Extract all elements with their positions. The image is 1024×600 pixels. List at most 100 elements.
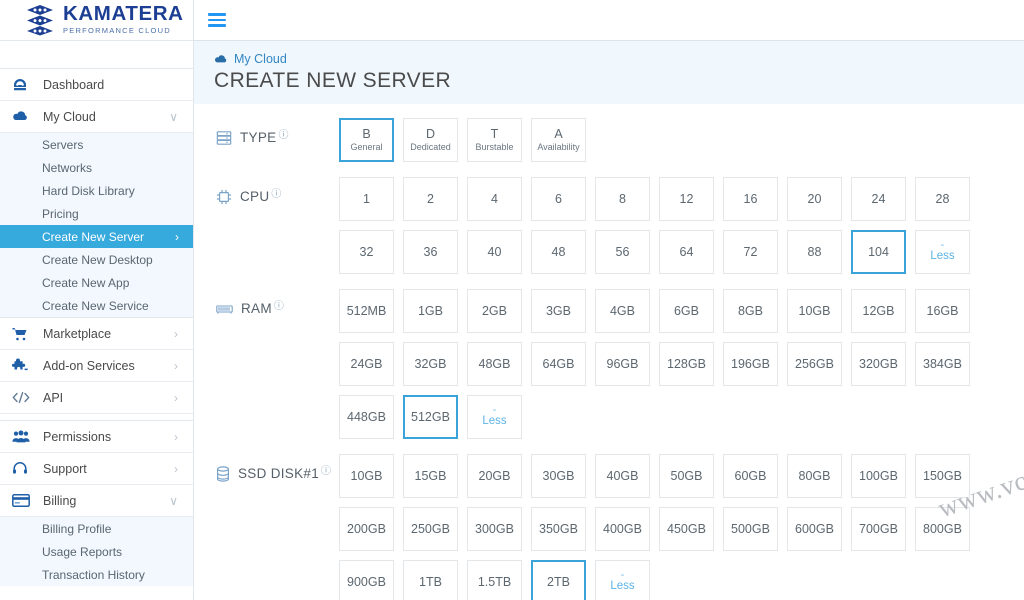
sidebar-item-create-new-desktop[interactable]: Create New Desktop [0, 248, 193, 271]
cpu-option-20[interactable]: 20 [787, 177, 842, 221]
ram-option-10gb[interactable]: 10GB [787, 289, 842, 333]
type-option-burstable[interactable]: T Burstable [467, 118, 522, 162]
ssd-option-700gb[interactable]: 700GB [851, 507, 906, 551]
ssd-option-150gb[interactable]: 150GB [915, 454, 970, 498]
cpu-option-48[interactable]: 48 [531, 230, 586, 274]
cpu-option-40[interactable]: 40 [467, 230, 522, 274]
cpu-option-8[interactable]: 8 [595, 177, 650, 221]
ram-option-12gb[interactable]: 12GB [851, 289, 906, 333]
ram-option-384gb[interactable]: 384GB [915, 342, 970, 386]
ram-option-48gb[interactable]: 48GB [467, 342, 522, 386]
hamburger-menu-icon[interactable] [208, 13, 226, 27]
sidebar-item-create-new-app[interactable]: Create New App [0, 271, 193, 294]
ram-option-320gb[interactable]: 320GB [851, 342, 906, 386]
chevron-right-icon[interactable]: › [174, 462, 181, 476]
cpu-option-6[interactable]: 6 [531, 177, 586, 221]
ram-option-2gb[interactable]: 2GB [467, 289, 522, 333]
ram-option-1gb[interactable]: 1GB [403, 289, 458, 333]
cpu-option-104[interactable]: 104 [851, 230, 906, 274]
ram-option-448gb[interactable]: 448GB [339, 395, 394, 439]
ssd-less-button[interactable]: - Less [595, 560, 650, 600]
ssd-option-60gb[interactable]: 60GB [723, 454, 778, 498]
cpu-less-button[interactable]: - Less [915, 230, 970, 274]
cpu-option-24[interactable]: 24 [851, 177, 906, 221]
sidebar-item-permissions[interactable]: Permissions › [0, 421, 193, 453]
ssd-option-20gb[interactable]: 20GB [467, 454, 522, 498]
ssd-option-1tb[interactable]: 1TB [403, 560, 458, 600]
sidebar-item-create-new-server[interactable]: Create New Server › [0, 225, 193, 248]
sidebar-item-my-cloud[interactable]: My Cloud ∨ [0, 101, 193, 133]
ram-option-3gb[interactable]: 3GB [531, 289, 586, 333]
type-option-availability[interactable]: A Availability [531, 118, 586, 162]
ssd-option-300gb[interactable]: 300GB [467, 507, 522, 551]
cpu-option-56[interactable]: 56 [595, 230, 650, 274]
cpu-option-1[interactable]: 1 [339, 177, 394, 221]
ssd-option-450gb[interactable]: 450GB [659, 507, 714, 551]
ram-option-4gb[interactable]: 4GB [595, 289, 650, 333]
cpu-option-72[interactable]: 72 [723, 230, 778, 274]
chevron-right-icon[interactable]: › [174, 359, 181, 373]
ram-option-64gb[interactable]: 64GB [531, 342, 586, 386]
chevron-right-icon[interactable]: › [174, 391, 181, 405]
cpu-option-64[interactable]: 64 [659, 230, 714, 274]
ssd-option-350gb[interactable]: 350GB [531, 507, 586, 551]
ssd-option-400gb[interactable]: 400GB [595, 507, 650, 551]
ssd-option-200gb[interactable]: 200GB [339, 507, 394, 551]
chevron-down-icon[interactable]: ∨ [169, 110, 181, 124]
sidebar-item-hard-disk-library[interactable]: Hard Disk Library [0, 179, 193, 202]
ram-less-button[interactable]: - Less [467, 395, 522, 439]
sidebar-item-transaction-history[interactable]: Transaction History [0, 563, 193, 586]
ram-option-96gb[interactable]: 96GB [595, 342, 650, 386]
sidebar-item-create-new-service[interactable]: Create New Service [0, 294, 193, 317]
help-icon[interactable]: ⓘ [274, 297, 284, 312]
sidebar-item-usage-reports[interactable]: Usage Reports [0, 540, 193, 563]
ssd-option-500gb[interactable]: 500GB [723, 507, 778, 551]
breadcrumb-label[interactable]: My Cloud [234, 52, 287, 66]
cpu-option-4[interactable]: 4 [467, 177, 522, 221]
ram-option-32gb[interactable]: 32GB [403, 342, 458, 386]
cpu-option-16[interactable]: 16 [723, 177, 778, 221]
cpu-option-36[interactable]: 36 [403, 230, 458, 274]
ssd-option-50gb[interactable]: 50GB [659, 454, 714, 498]
type-option-general[interactable]: B General [339, 118, 394, 162]
ssd-option-2tb[interactable]: 2TB [531, 560, 586, 600]
cpu-option-32[interactable]: 32 [339, 230, 394, 274]
ram-option-16gb[interactable]: 16GB [915, 289, 970, 333]
sidebar-item-billing[interactable]: Billing ∨ [0, 485, 193, 517]
cpu-option-88[interactable]: 88 [787, 230, 842, 274]
sidebar-item-billing-profile[interactable]: Billing Profile [0, 517, 193, 540]
sidebar-item-servers[interactable]: Servers [0, 133, 193, 156]
ssd-option-80gb[interactable]: 80GB [787, 454, 842, 498]
cpu-option-12[interactable]: 12 [659, 177, 714, 221]
cpu-option-28[interactable]: 28 [915, 177, 970, 221]
ram-option-256gb[interactable]: 256GB [787, 342, 842, 386]
ssd-option-1.5tb[interactable]: 1.5TB [467, 560, 522, 600]
chevron-right-icon[interactable]: › [174, 327, 181, 341]
ssd-option-100gb[interactable]: 100GB [851, 454, 906, 498]
sidebar-item-add-on-services[interactable]: Add-on Services › [0, 350, 193, 382]
ssd-option-40gb[interactable]: 40GB [595, 454, 650, 498]
ram-option-512gb[interactable]: 512GB [403, 395, 458, 439]
ssd-option-15gb[interactable]: 15GB [403, 454, 458, 498]
ssd-option-900gb[interactable]: 900GB [339, 560, 394, 600]
chevron-right-icon[interactable]: › [174, 430, 181, 444]
sidebar-item-pricing[interactable]: Pricing [0, 202, 193, 225]
ram-option-128gb[interactable]: 128GB [659, 342, 714, 386]
ssd-option-800gb[interactable]: 800GB [915, 507, 970, 551]
cpu-option-2[interactable]: 2 [403, 177, 458, 221]
help-icon[interactable]: ⓘ [278, 126, 288, 141]
chevron-down-icon[interactable]: ∨ [169, 494, 181, 508]
ram-option-8gb[interactable]: 8GB [723, 289, 778, 333]
ram-option-24gb[interactable]: 24GB [339, 342, 394, 386]
ram-option-6gb[interactable]: 6GB [659, 289, 714, 333]
sidebar-item-api[interactable]: API › [0, 382, 193, 414]
type-option-dedicated[interactable]: D Dedicated [403, 118, 458, 162]
help-icon[interactable]: ⓘ [271, 185, 281, 200]
ssd-option-600gb[interactable]: 600GB [787, 507, 842, 551]
ram-option-196gb[interactable]: 196GB [723, 342, 778, 386]
ssd-option-30gb[interactable]: 30GB [531, 454, 586, 498]
sidebar-item-networks[interactable]: Networks [0, 156, 193, 179]
sidebar-item-dashboard[interactable]: Dashboard [0, 69, 193, 101]
brand-header[interactable]: KAMATERA PERFORMANCE CLOUD [0, 0, 193, 41]
sidebar-item-support[interactable]: Support › [0, 453, 193, 485]
